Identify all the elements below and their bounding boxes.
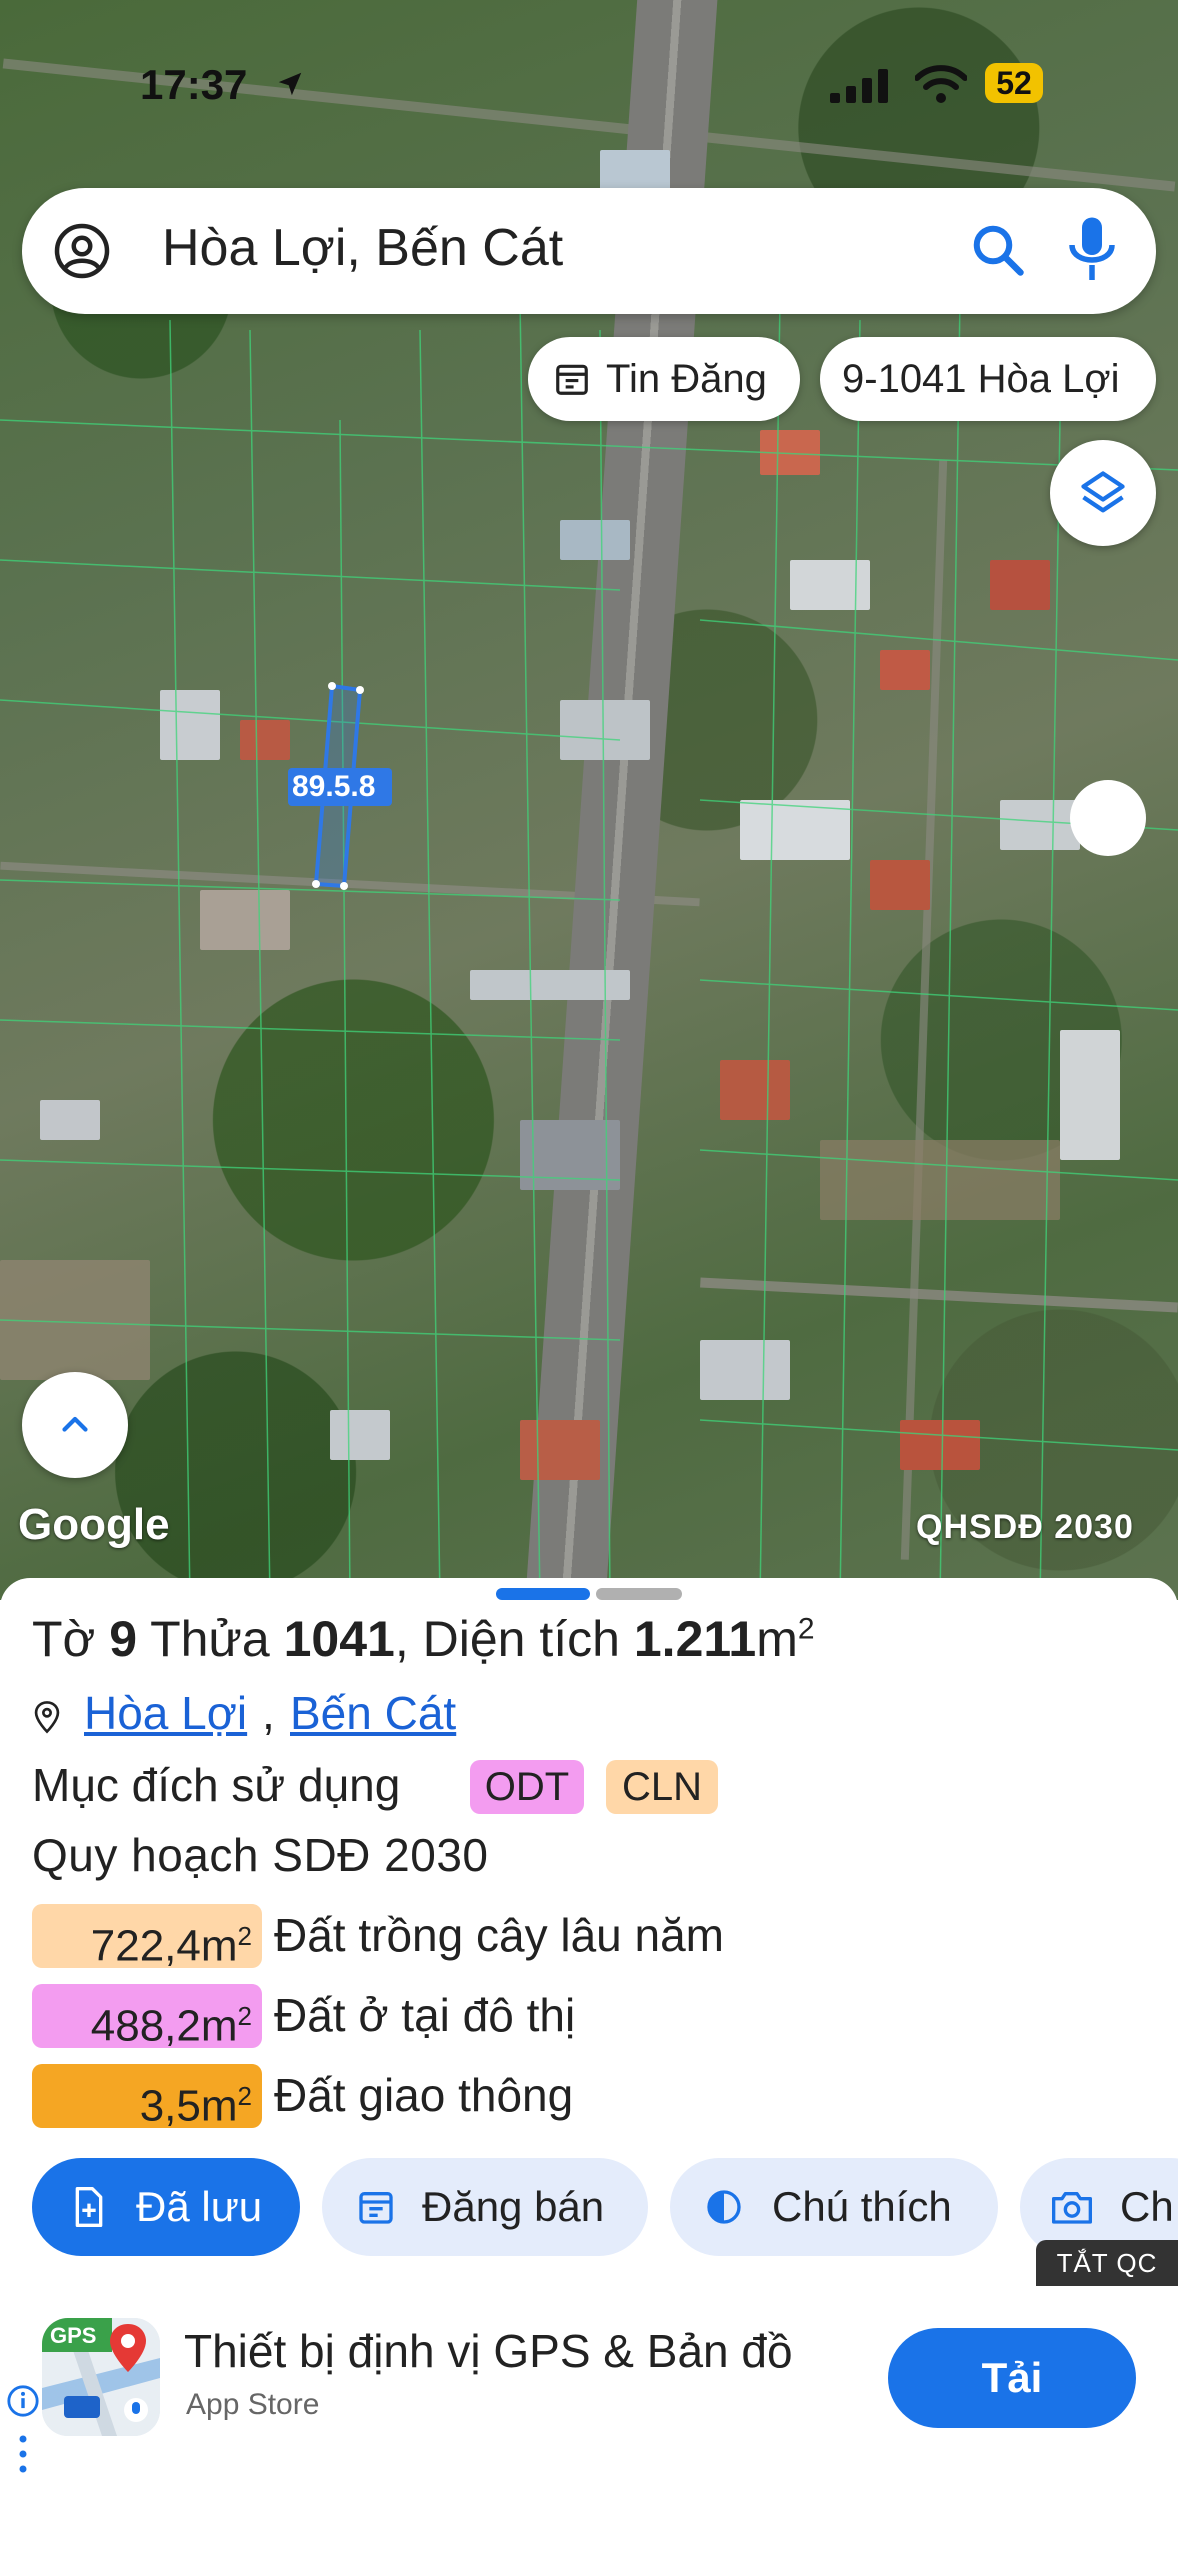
chevron-up-icon	[62, 1416, 88, 1432]
parcel-dimension-label: 89.5.8	[288, 768, 392, 806]
clock: 17:37	[140, 61, 248, 108]
land-use-area: 722,4m2	[32, 1904, 262, 1971]
wifi-icon	[915, 65, 967, 103]
sheet-handle-active[interactable]	[496, 1588, 590, 1600]
search-bar[interactable]: Hòa Lợi, Bến Cát	[22, 188, 1156, 314]
post-for-sale-label: Đăng bán	[422, 2183, 605, 2230]
news-chip[interactable]: Tin Đăng	[528, 337, 800, 421]
land-purpose-label: Mục đích sử dụng	[32, 1759, 401, 1811]
cellular-signal-icon	[830, 69, 888, 103]
plan-layer-label: QHSDĐ 2030	[916, 1508, 1134, 1546]
battery-indicator: 52	[985, 63, 1043, 103]
ad-store-label: App Store	[186, 2388, 320, 2421]
location-separator: ,	[262, 1687, 275, 1739]
parcel-info-sheet: Tờ 9 Thửa 1041, Diện tích 1.211m2 Hòa Lợ…	[0, 1578, 1178, 2288]
layers-button[interactable]	[1050, 440, 1156, 546]
camera-icon	[1051, 2192, 1092, 2224]
plan-title: Quy hoạch SDĐ 2030	[32, 1829, 489, 1881]
contrast-icon	[707, 2190, 741, 2224]
legend-button-label: Chú thích	[772, 2183, 952, 2230]
saved-document-icon	[75, 2187, 103, 2227]
ward-link[interactable]: Hòa Lợi	[84, 1686, 247, 1740]
land-use-label: Đất trồng cây lâu năm	[274, 1909, 725, 1961]
account-icon[interactable]	[52, 221, 112, 281]
ad-title[interactable]: Thiết bị định vị GPS & Bản đồ	[184, 2324, 793, 2378]
search-input[interactable]: Hòa Lợi, Bến Cát	[162, 218, 563, 278]
tag-cln: CLN	[606, 1760, 718, 1814]
land-use-label: Đất ở tại đô thị	[274, 1989, 576, 2041]
google-logo: Google	[18, 1500, 170, 1549]
expand-button[interactable]	[22, 1372, 128, 1478]
district-link[interactable]: Bến Cát	[290, 1686, 456, 1740]
ad-off-button[interactable]: TẮT QC	[1036, 2240, 1178, 2286]
parcel-title: Tờ 9 Thửa 1041, Diện tích 1.211m2	[32, 1611, 815, 1667]
location-arrow-icon	[278, 72, 302, 96]
saved-button[interactable]: Đã lưu	[32, 2158, 300, 2256]
news-chip-label: Tin Đăng	[606, 357, 767, 401]
search-icon[interactable]	[968, 220, 1028, 280]
land-use-area: 3,5m2	[32, 2064, 262, 2131]
post-for-sale-button[interactable]: Đăng bán	[322, 2158, 648, 2256]
calendar-icon	[556, 364, 588, 395]
sheet-handle[interactable]	[596, 1588, 682, 1600]
app-icon[interactable]: GPS	[42, 2318, 160, 2436]
svg-text:GPS: GPS	[50, 2323, 96, 2348]
status-bar: 17:37 52	[0, 55, 1178, 115]
microphone-icon[interactable]	[1067, 215, 1117, 285]
calendar-icon	[359, 2192, 393, 2224]
location-pin-icon	[34, 1701, 60, 1734]
land-use-area: 488,2m2	[32, 1984, 262, 2051]
info-icon[interactable]	[6, 2384, 40, 2418]
parcel-chip[interactable]: 9-1041 Hòa Lợi	[820, 337, 1156, 421]
more-options-icon[interactable]	[18, 2434, 28, 2474]
map-control-button[interactable]	[1070, 780, 1146, 856]
download-button[interactable]: Tải	[888, 2328, 1136, 2428]
land-use-label: Đất giao thông	[274, 2069, 574, 2121]
saved-button-label: Đã lưu	[136, 2183, 263, 2230]
gps-app-icon: GPS	[42, 2318, 160, 2436]
tag-odt: ODT	[470, 1760, 584, 1814]
layers-icon	[1081, 471, 1125, 513]
legend-button[interactable]: Chú thích	[670, 2158, 998, 2256]
ad-banner[interactable]: GPS Thiết bị định vị GPS & Bản đồ App St…	[0, 2288, 1178, 2560]
